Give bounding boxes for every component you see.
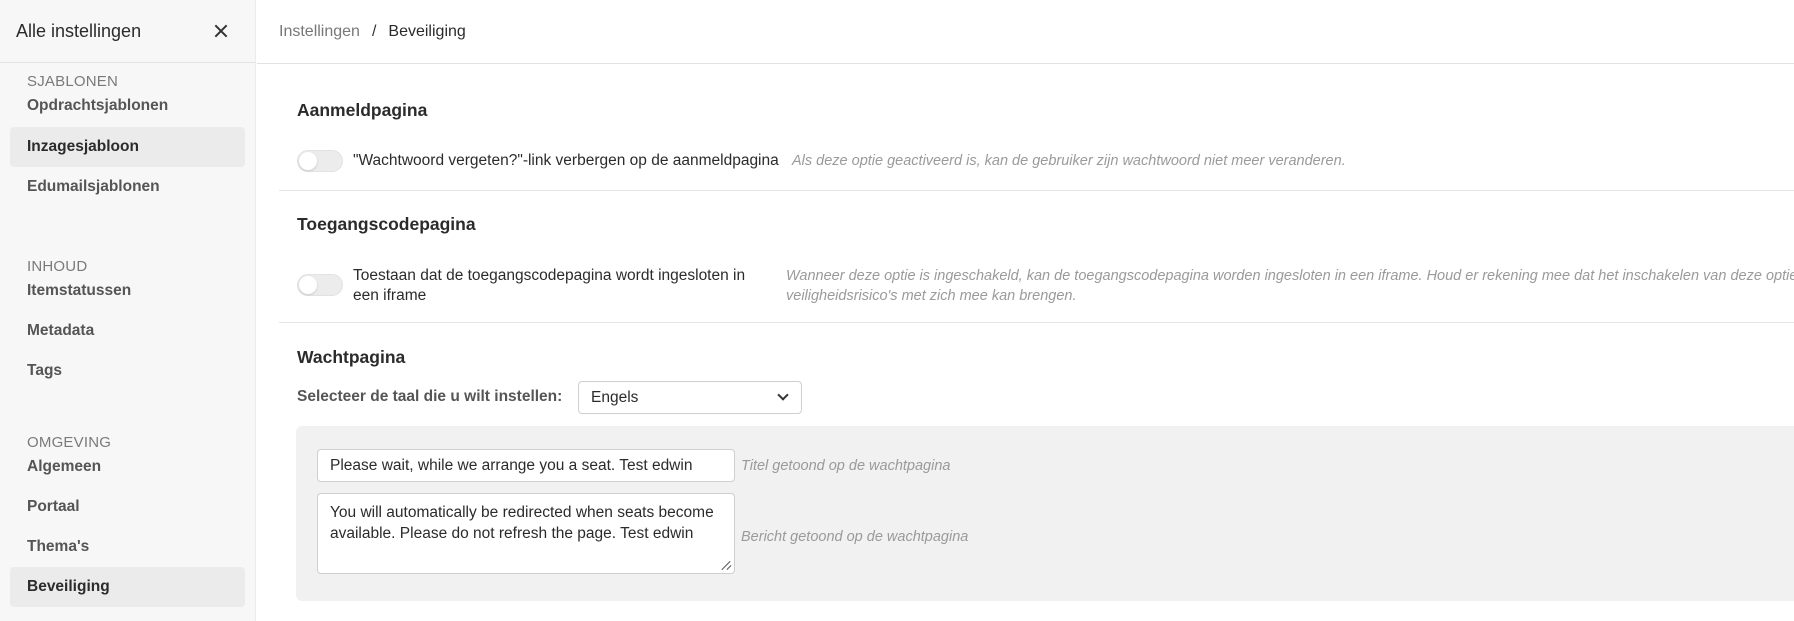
allow-iframe-label-line1: Toestaan dat de toegangscodepagina wordt… (353, 267, 746, 284)
breadcrumb: Instellingen / Beveiliging (257, 0, 1794, 64)
sidebar-item-security[interactable]: Beveiliging (10, 567, 245, 607)
settings-sidebar: Alle instellingen SJABLONEN Opdrachtsjab… (0, 0, 256, 621)
resize-handle-icon[interactable] (721, 560, 731, 570)
allow-iframe-toggle[interactable] (297, 274, 343, 296)
hide-forgot-password-label: "Wachtwoord vergeten?"-link verbergen op… (353, 152, 779, 169)
waiting-message-hint: Bericht getoond op de wachtpagina (741, 529, 969, 545)
login-page-title: Aanmeldpagina (297, 100, 428, 120)
allow-iframe-hint-line2: veiligheidsrisico's met zich mee kan bre… (786, 288, 1077, 304)
sidebar-item-assignment-templates[interactable]: Opdrachtsjablonen (10, 86, 245, 126)
sidebar-header: Alle instellingen (0, 0, 255, 63)
nav-section-content: INHOUD Itemstatussen Metadata Tags (0, 258, 255, 391)
sidebar-item-themes[interactable]: Thema's (10, 527, 245, 567)
section-divider (279, 190, 1794, 191)
sidebar-item-portal[interactable]: Portaal (10, 487, 245, 527)
allow-iframe-label: Toestaan dat de toegangscodepagina wordt… (353, 266, 745, 306)
access-code-page-title: Toegangscodepagina (297, 214, 476, 234)
breadcrumb-current: Beveiliging (388, 22, 466, 40)
language-select-label: Selecteer de taal die u wilt instellen: (297, 388, 563, 405)
waiting-page-title: Wachtpagina (297, 347, 406, 367)
waiting-message-textarea[interactable]: You will automatically be redirected whe… (317, 493, 735, 574)
nav-section-environment: OMGEVING Algemeen Portaal Thema's Beveil… (0, 434, 255, 607)
sidebar-item-item-statuses[interactable]: Itemstatussen (10, 271, 245, 311)
hide-forgot-password-toggle[interactable] (297, 150, 343, 172)
section-divider (279, 322, 1794, 323)
waiting-title-hint: Titel getoond op de wachtpagina (741, 458, 951, 474)
allow-iframe-hint: Wanneer deze optie is ingeschakeld, kan … (786, 266, 1794, 306)
nav-section-templates: SJABLONEN Opdrachtsjablonen Inzagesjablo… (0, 73, 255, 207)
sidebar-title: Alle instellingen (16, 20, 142, 41)
main-content: Instellingen / Beveiliging Aanmeldpagina… (257, 0, 1794, 621)
breadcrumb-separator: / (371, 22, 377, 40)
hide-forgot-password-hint: Als deze optie geactiveerd is, kan de ge… (792, 153, 1346, 169)
language-select[interactable]: Engels (578, 381, 802, 414)
allow-iframe-hint-line1: Wanneer deze optie is ingeschakeld, kan … (786, 268, 1794, 284)
waiting-title-input[interactable] (317, 449, 735, 482)
chevron-down-icon (777, 389, 789, 401)
sidebar-item-metadata[interactable]: Metadata (10, 311, 245, 351)
waiting-page-panel: Titel getoond op de wachtpagina You will… (296, 426, 1794, 601)
close-icon[interactable] (211, 21, 231, 41)
language-select-value: Engels (591, 388, 639, 406)
allow-iframe-label-line2: een iframe (353, 287, 427, 304)
sidebar-item-edumail-templates[interactable]: Edumailsjablonen (10, 167, 245, 207)
sidebar-item-general[interactable]: Algemeen (10, 447, 245, 487)
sidebar-item-tags[interactable]: Tags (10, 351, 245, 391)
sidebar-item-review-template[interactable]: Inzagesjabloon (10, 127, 245, 167)
breadcrumb-settings-link[interactable]: Instellingen (279, 23, 360, 41)
